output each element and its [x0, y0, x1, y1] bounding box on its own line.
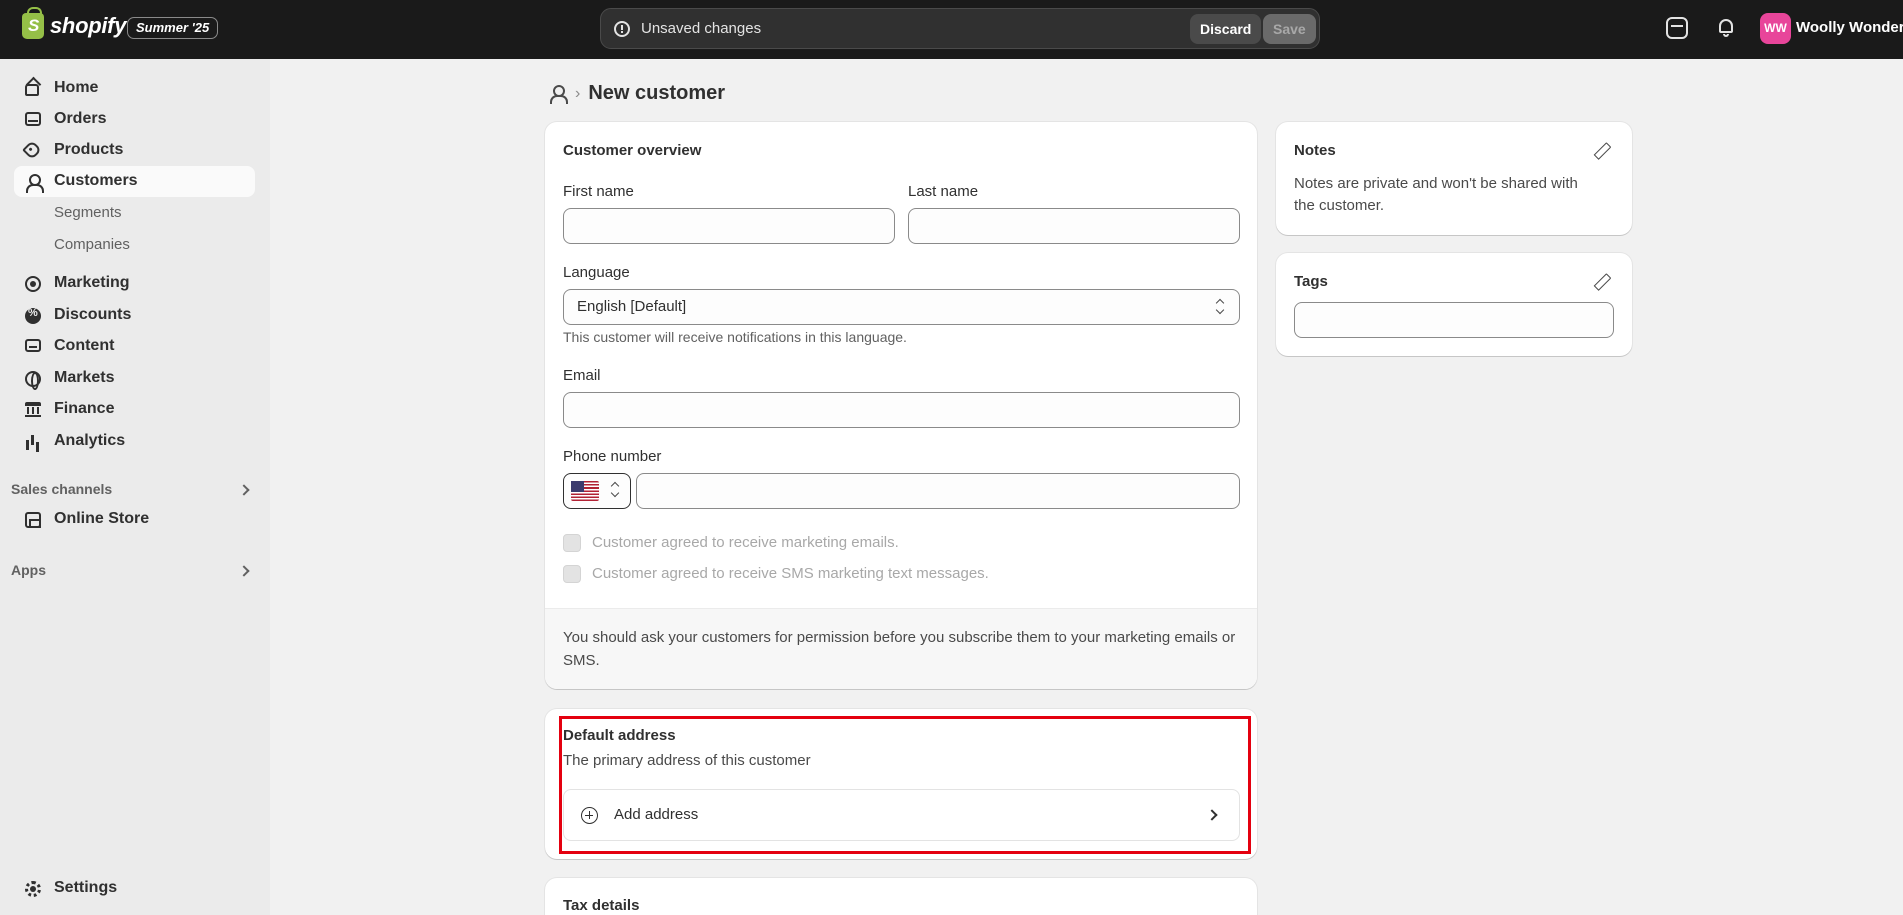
sidebar-item-label: Content	[54, 337, 115, 354]
sidebar-item-segments[interactable]: Segments	[14, 198, 255, 229]
shopify-bag-icon: S	[22, 7, 44, 39]
sidebar-item-markets[interactable]: Markets	[14, 363, 255, 394]
sidebar-item-label: Markets	[54, 369, 115, 386]
select-chevron-icon	[1216, 300, 1224, 314]
alert-circle-icon	[614, 21, 630, 37]
top-bar: S shopify Summer '25 Unsaved changes Dis…	[0, 0, 1903, 59]
save-button[interactable]: Save	[1263, 14, 1316, 44]
inbox-icon	[25, 112, 41, 126]
first-name-label: First name	[563, 183, 634, 200]
language-label: Language	[563, 264, 630, 281]
avatar[interactable]: WW	[1760, 13, 1791, 44]
first-name-field[interactable]	[563, 208, 895, 244]
sidebar-item-label: Segments	[54, 204, 122, 221]
tag-icon	[22, 140, 42, 160]
last-name-label: Last name	[908, 183, 979, 200]
bank-icon	[25, 402, 41, 417]
marketing-email-label: Customer agreed to receive marketing ema…	[592, 534, 899, 551]
page-title: New customer	[588, 82, 726, 104]
sidebar-item-orders[interactable]: Orders	[14, 104, 255, 135]
country-code-select[interactable]	[563, 473, 631, 509]
sidebar-item-label: Companies	[54, 236, 130, 253]
sidekick-icon[interactable]	[1666, 17, 1688, 39]
breadcrumb: › New customer	[549, 82, 725, 105]
card-title: Tax details	[563, 897, 640, 914]
card-title: Customer overview	[563, 142, 702, 159]
pencil-icon[interactable]	[1594, 274, 1610, 290]
breadcrumb-separator: ›	[575, 84, 581, 102]
sidebar-item-label: Online Store	[54, 510, 150, 527]
apps-heading[interactable]: Apps	[11, 562, 46, 578]
sidebar-item-discounts[interactable]: Discounts	[14, 300, 255, 331]
sales-channels-heading[interactable]: Sales channels	[11, 481, 112, 497]
sidebar-item-label: Settings	[54, 879, 118, 896]
store-icon	[25, 512, 41, 528]
phone-label: Phone number	[563, 448, 662, 465]
sidebar-item-companies[interactable]: Companies	[14, 230, 255, 261]
email-label: Email	[563, 367, 601, 384]
notes-card: Notes Notes are private and won't be sha…	[1276, 122, 1632, 235]
tax-details-card: Tax details	[545, 878, 1257, 915]
shopify-logo[interactable]: S shopify	[22, 7, 127, 39]
consent-note: You should ask your customers for permis…	[563, 629, 1236, 669]
chevron-right-icon[interactable]	[238, 484, 250, 496]
card-title: Notes	[1294, 142, 1336, 159]
highlight-box	[559, 716, 1251, 854]
brand-name: shopify	[50, 13, 127, 38]
home-icon	[25, 84, 39, 96]
discard-button[interactable]: Discard	[1190, 14, 1262, 44]
sidebar-item-customers[interactable]: Customers	[14, 166, 255, 197]
gear-icon	[25, 881, 41, 897]
sidebar-item-label: Analytics	[54, 432, 126, 449]
sidebar-item-label: Discounts	[54, 306, 132, 323]
sidebar-item-products[interactable]: Products	[14, 135, 255, 166]
bar-chart-icon	[25, 434, 41, 450]
sidebar-item-home[interactable]: Home	[14, 73, 255, 104]
language-value: English [Default]	[577, 298, 687, 315]
edition-badge[interactable]: Summer '25	[127, 17, 219, 39]
phone-field[interactable]	[636, 473, 1240, 509]
store-name[interactable]: Woolly Wonders	[1796, 19, 1903, 36]
last-name-field[interactable]	[908, 208, 1240, 244]
tags-field[interactable]	[1294, 302, 1614, 338]
unsaved-changes-text: Unsaved changes	[641, 20, 762, 37]
notes-body: Notes are private and won't be shared wi…	[1294, 175, 1578, 214]
language-help-text: This customer will receive notifications…	[563, 329, 907, 345]
chevron-right-icon[interactable]	[238, 565, 250, 577]
sidebar-item-marketing[interactable]: Marketing	[14, 268, 255, 299]
globe-icon	[25, 371, 41, 390]
sidebar-item-settings[interactable]: Settings	[14, 873, 255, 904]
marketing-email-checkbox[interactable]	[563, 534, 581, 552]
unsaved-changes-bar: Unsaved changes Discard Save	[600, 8, 1320, 49]
target-icon	[25, 276, 41, 292]
card-footer: You should ask your customers for permis…	[545, 608, 1257, 689]
sidebar-item-label: Orders	[54, 110, 107, 127]
card-title: Tags	[1294, 273, 1328, 290]
marketing-sms-checkbox[interactable]	[563, 565, 581, 583]
language-select[interactable]: English [Default]	[563, 289, 1240, 325]
sidebar-item-label: Marketing	[54, 274, 130, 291]
person-icon	[25, 174, 44, 193]
us-flag-icon	[571, 481, 599, 501]
bell-icon[interactable]	[1715, 17, 1737, 39]
sidebar-item-finance[interactable]: Finance	[14, 394, 255, 425]
pencil-icon[interactable]	[1594, 143, 1610, 159]
sidebar-item-label: Home	[54, 79, 99, 96]
marketing-sms-label: Customer agreed to receive SMS marketing…	[592, 565, 989, 582]
customer-overview-card: Customer overview First name Last name L…	[545, 122, 1257, 689]
sidebar-item-content[interactable]: Content	[14, 331, 255, 362]
content-icon	[25, 339, 41, 352]
discount-icon	[25, 307, 41, 324]
sidebar: Home Orders Products Customers Segments …	[0, 59, 270, 915]
tags-card: Tags	[1276, 253, 1632, 356]
person-icon[interactable]	[549, 84, 568, 104]
sidebar-item-analytics[interactable]: Analytics	[14, 426, 255, 457]
sidebar-item-label: Products	[54, 141, 124, 158]
email-field[interactable]	[563, 392, 1240, 428]
sidebar-item-label: Customers	[54, 172, 138, 189]
select-chevron-icon	[611, 483, 619, 497]
sidebar-item-label: Finance	[54, 400, 115, 417]
sidebar-item-online-store[interactable]: Online Store	[14, 504, 255, 535]
